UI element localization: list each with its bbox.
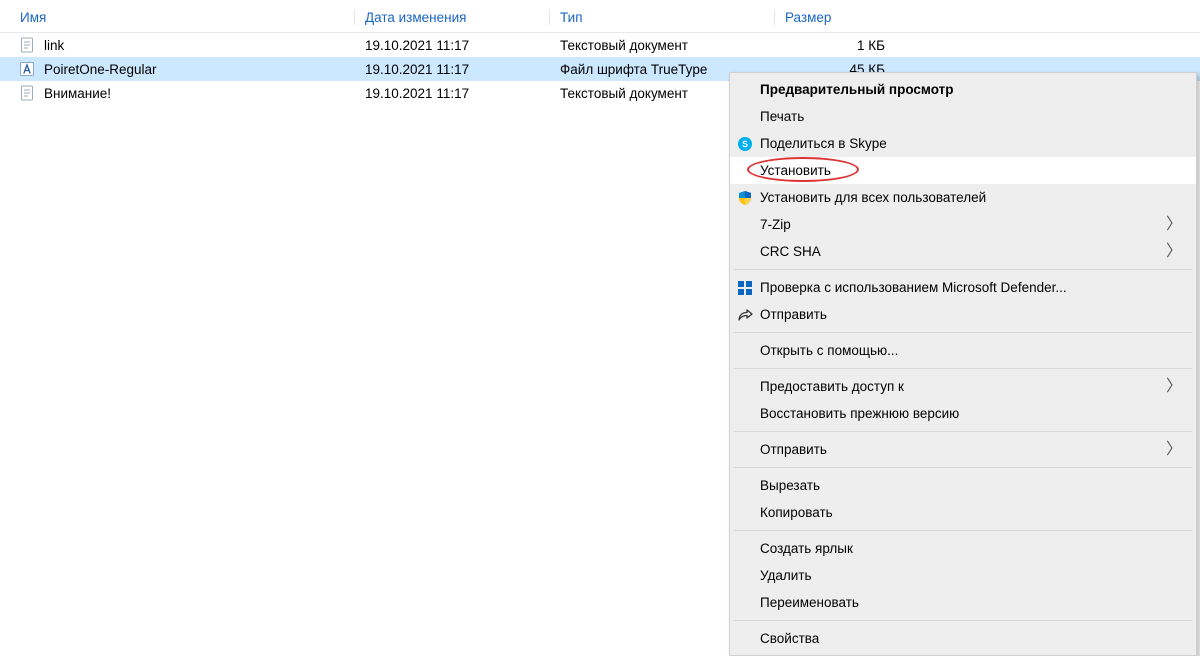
context-menu-item[interactable]: Установить [730,157,1196,184]
context-menu-item[interactable]: Предварительный просмотр [730,76,1196,103]
context-menu-separator [734,620,1192,621]
context-menu-separator [734,431,1192,432]
text-file-icon [18,36,36,54]
context-menu-item[interactable]: Вырезать [730,472,1196,499]
context-menu-label: Удалить [760,568,1182,583]
context-menu-item[interactable]: Удалить [730,562,1196,589]
context-menu-separator [734,467,1192,468]
context-menu-label: Копировать [760,505,1182,520]
context-menu-label: Предоставить доступ к [760,379,1166,394]
context-menu-label: Установить для всех пользователей [760,190,1182,205]
context-menu-item[interactable]: 7-Zip〉 [730,211,1196,238]
context-menu-label: Отправить [760,442,1166,457]
context-menu-label: Предварительный просмотр [760,82,1182,97]
context-menu-item[interactable]: Проверка с использованием Microsoft Defe… [730,274,1196,301]
context-menu-label: 7-Zip [760,217,1166,232]
context-menu-item[interactable]: Предоставить доступ к〉 [730,373,1196,400]
font-file-icon [18,60,36,78]
defender-icon [730,277,760,299]
context-menu-separator [734,368,1192,369]
context-menu-label: Проверка с использованием Microsoft Defe… [760,280,1182,295]
context-menu-item[interactable]: Печать [730,103,1196,130]
share-icon [730,304,760,326]
chevron-right-icon: 〉 [1166,379,1182,395]
context-menu-label: Вырезать [760,478,1182,493]
skype-icon [730,133,760,155]
chevron-right-icon: 〉 [1166,217,1182,233]
file-size: 1 КБ [775,38,905,53]
file-name: PoiretOne-Regular [44,62,157,77]
context-menu-label: Создать ярлык [760,541,1182,556]
context-menu-label: Печать [760,109,1182,124]
context-menu-item[interactable]: Отправить [730,301,1196,328]
file-date: 19.10.2021 11:17 [355,86,550,101]
file-date: 19.10.2021 11:17 [355,62,550,77]
context-menu-item[interactable]: CRC SHA〉 [730,238,1196,265]
context-menu-item[interactable]: Переименовать [730,589,1196,616]
context-menu-item[interactable]: Установить для всех пользователей [730,184,1196,211]
context-menu-label: CRC SHA [760,244,1166,259]
column-header-date[interactable]: Дата изменения [355,10,550,25]
context-menu-label: Отправить [760,307,1182,322]
text-file-icon [18,84,36,102]
file-row[interactable]: link 19.10.2021 11:17Текстовый документ1 … [0,33,1200,57]
context-menu-item[interactable]: Открыть с помощью... [730,337,1196,364]
context-menu-item[interactable]: Создать ярлык [730,535,1196,562]
context-menu: Предварительный просмотр Печать Поделиться… [729,72,1197,656]
context-menu-label: Свойства [760,631,1182,646]
chevron-right-icon: 〉 [1166,244,1182,260]
file-date: 19.10.2021 11:17 [355,38,550,53]
context-menu-separator [734,332,1192,333]
shield-icon [730,187,760,209]
context-menu-label: Поделиться в Skype [760,136,1182,151]
context-menu-item[interactable]: Восстановить прежнюю версию [730,400,1196,427]
file-list-header: Имя Дата изменения Тип Размер [0,0,1200,30]
column-header-name[interactable]: Имя [0,10,355,25]
file-name: link [44,38,64,53]
chevron-right-icon: 〉 [1166,442,1182,458]
file-name: Внимание! [44,86,111,101]
context-menu-label: Восстановить прежнюю версию [760,406,1182,421]
context-menu-label: Установить [760,163,1182,178]
context-menu-item[interactable]: Отправить〉 [730,436,1196,463]
context-menu-item[interactable]: Поделиться в Skype [730,130,1196,157]
column-header-type[interactable]: Тип [550,10,775,25]
file-type: Текстовый документ [550,38,775,53]
context-menu-label: Переименовать [760,595,1182,610]
context-menu-item[interactable]: Копировать [730,499,1196,526]
column-header-size[interactable]: Размер [775,10,905,25]
context-menu-separator [734,269,1192,270]
context-menu-label: Открыть с помощью... [760,343,1182,358]
context-menu-separator [734,530,1192,531]
